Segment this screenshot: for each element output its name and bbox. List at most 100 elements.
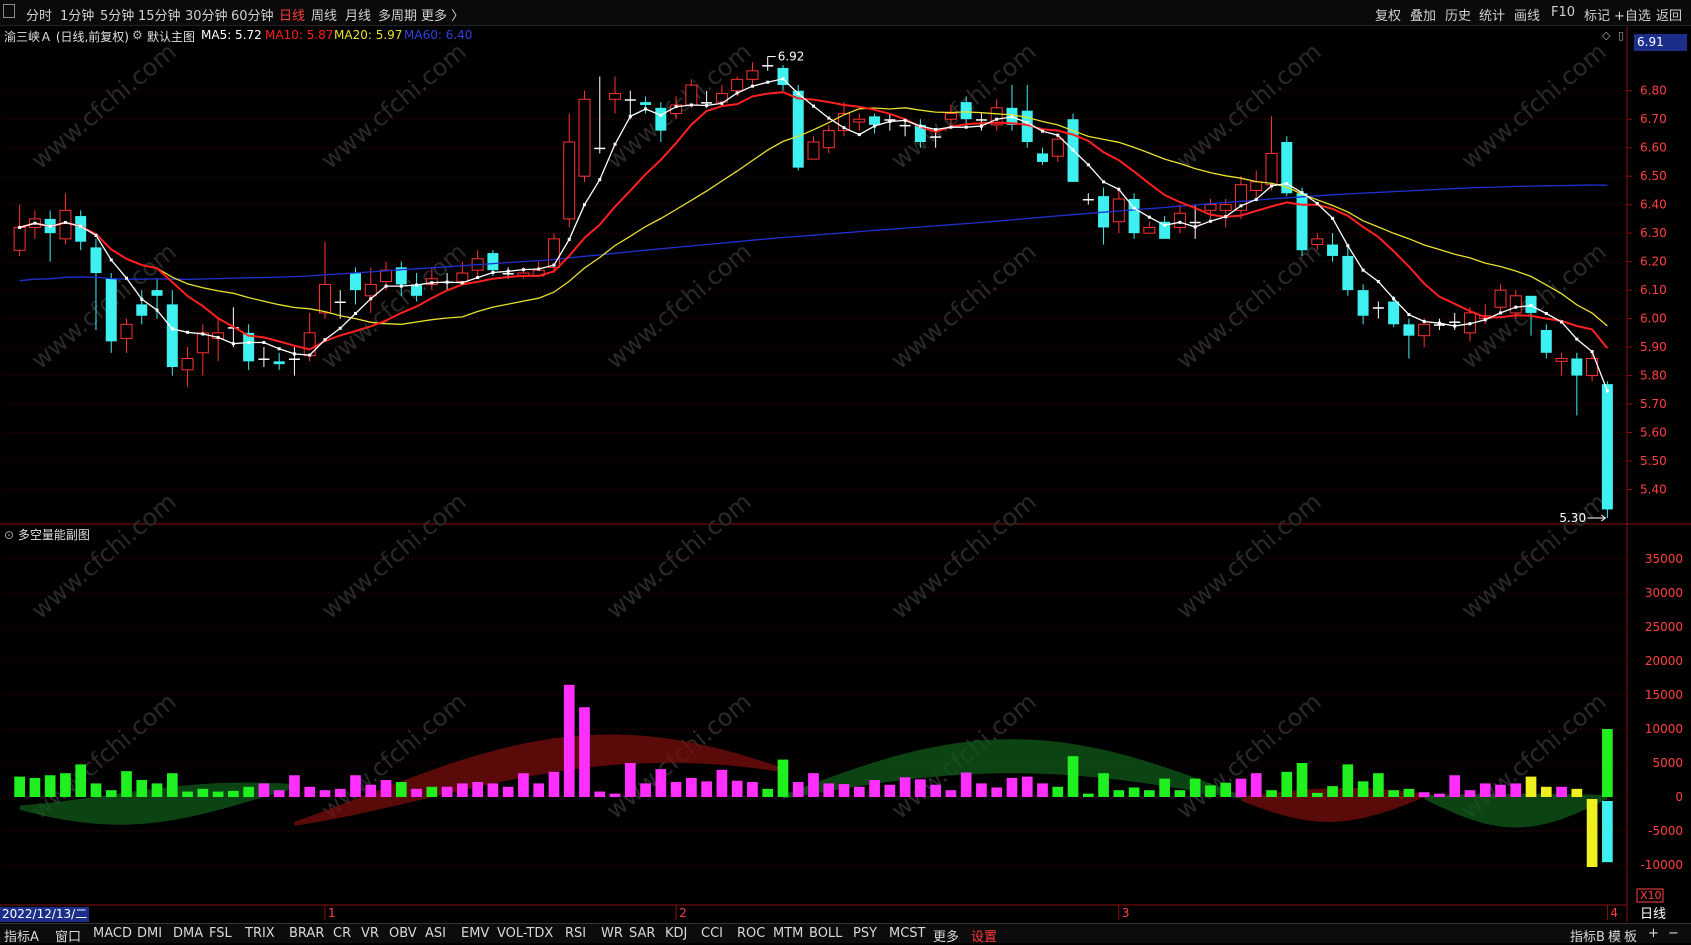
ma5-dot [781,77,785,81]
volume-bar [441,786,453,797]
bottom-right-control[interactable]: 模 [1608,926,1621,945]
bottom-right-control[interactable]: 指标B [1570,926,1605,945]
ma5-dot [415,283,419,287]
bottom-right-control[interactable]: − [1668,926,1679,941]
ma5-dot [1224,215,1228,219]
indicator-tab[interactable]: OBV [389,926,417,941]
sub-chart-toggle-icon[interactable]: ⊙ [4,528,18,542]
candle-body [364,283,377,297]
watermark: www.cfchi.com [601,237,757,374]
bottom-right-control[interactable]: 板 [1624,926,1637,945]
indicator-tab[interactable]: 窗口 [55,926,81,945]
ma5-dot [1529,304,1533,308]
indicator-tab[interactable]: KDJ [665,926,687,941]
candle-body [624,99,636,101]
volume-bar [1235,778,1247,797]
watermark: www.cfchi.com [26,237,182,374]
indicator-tab[interactable]: CR [333,926,351,941]
indicator-tab[interactable]: 设置 [971,926,997,945]
volume-bar [1159,778,1170,797]
volume-bar [1602,729,1613,797]
volume-bar [853,786,865,797]
indicator-tab[interactable]: PSY [853,926,877,941]
ma5-dot [384,284,388,288]
candle-body [1342,255,1354,291]
volume-bar [945,790,957,797]
ma5-dot [995,117,999,121]
candle-body [1357,290,1369,316]
indicator-tab[interactable]: 更多 [933,926,959,945]
candle-body [1265,152,1278,186]
volume-bar [899,777,911,797]
candle-body [975,119,987,121]
indicator-tab[interactable]: EMV [461,926,489,941]
candle-body [136,304,148,316]
ma5-dot [399,284,403,288]
indicator-tab[interactable]: MCST [889,926,926,941]
volume-bar [594,791,606,797]
volume-bar [1495,784,1506,797]
candle-body [105,278,117,342]
volume-bar [14,776,25,797]
ma5-dot [94,233,98,237]
volume-bar [1098,773,1109,797]
indicator-tab[interactable]: BOLL [809,926,842,941]
ma5-dot [1575,337,1579,341]
indicator-tab[interactable]: RSI [565,926,586,941]
watermark: www.cfchi.com [316,37,472,174]
indicator-tab[interactable]: DMI [137,926,162,941]
volume-bar [563,684,575,797]
volume-bar [289,775,300,797]
candle-body [1037,153,1048,162]
candle-body [1219,204,1232,211]
candle-body [1327,244,1339,256]
indicator-tab[interactable]: FSL [209,926,232,941]
indicator-tab[interactable]: ASI [425,926,446,941]
candle-body [640,102,652,105]
bottom-right-control[interactable]: + [1648,926,1659,941]
watermark: www.cfchi.com [1456,487,1612,624]
watermark: www.cfchi.com [1171,237,1327,374]
indicator-tab[interactable]: VR [361,926,379,941]
ma5-dot [903,118,907,122]
ma5-dot [521,268,525,272]
ma10-line [19,91,1609,351]
candle-body [288,358,300,360]
ma5-dot [216,335,220,339]
volume-bar [747,782,758,797]
ma5-dot [1270,184,1273,188]
indicator-tab[interactable]: MTM [773,926,803,941]
candle-body [456,272,469,283]
indicator-tab[interactable]: MACD [93,926,132,941]
indicator-tab[interactable]: WR [601,926,623,941]
indicator-tab[interactable]: SAR [629,926,655,941]
indicator-tab[interactable]: ROC [737,926,765,941]
candle-body [318,283,331,314]
candle-body [1540,330,1552,353]
ma5-dot [918,124,922,128]
indicator-tab[interactable]: DMA [173,926,203,941]
volume-bar [686,777,697,797]
ma5-dot [155,308,159,312]
ma60-line [19,184,1608,282]
indicator-tab[interactable]: BRAR [289,926,324,941]
indicator-tab[interactable]: CCI [701,926,723,941]
volume-bar [884,784,896,797]
volume-bar [869,780,880,797]
kline-chart[interactable]: www.cfchi.com www.cfchi.com www.cfchi.com w… [0,0,1691,943]
watermark: www.cfchi.com [1171,487,1327,624]
ma5-dot [323,338,327,342]
volume-bar [655,769,667,797]
ma5-dot [750,84,754,88]
candle-body [762,65,774,67]
volume-bar [44,775,56,797]
ma5-dot [491,270,495,274]
indicator-tab[interactable]: VOL-TDX [497,926,553,941]
volume-bar [304,786,316,797]
indicator-tab[interactable]: 指标A [4,926,39,945]
ma5-dot [964,125,968,129]
candle-body [1555,357,1568,362]
indicator-tab[interactable]: TRIX [245,926,275,941]
ma5-dot [1025,121,1029,125]
candle-body [869,116,881,125]
